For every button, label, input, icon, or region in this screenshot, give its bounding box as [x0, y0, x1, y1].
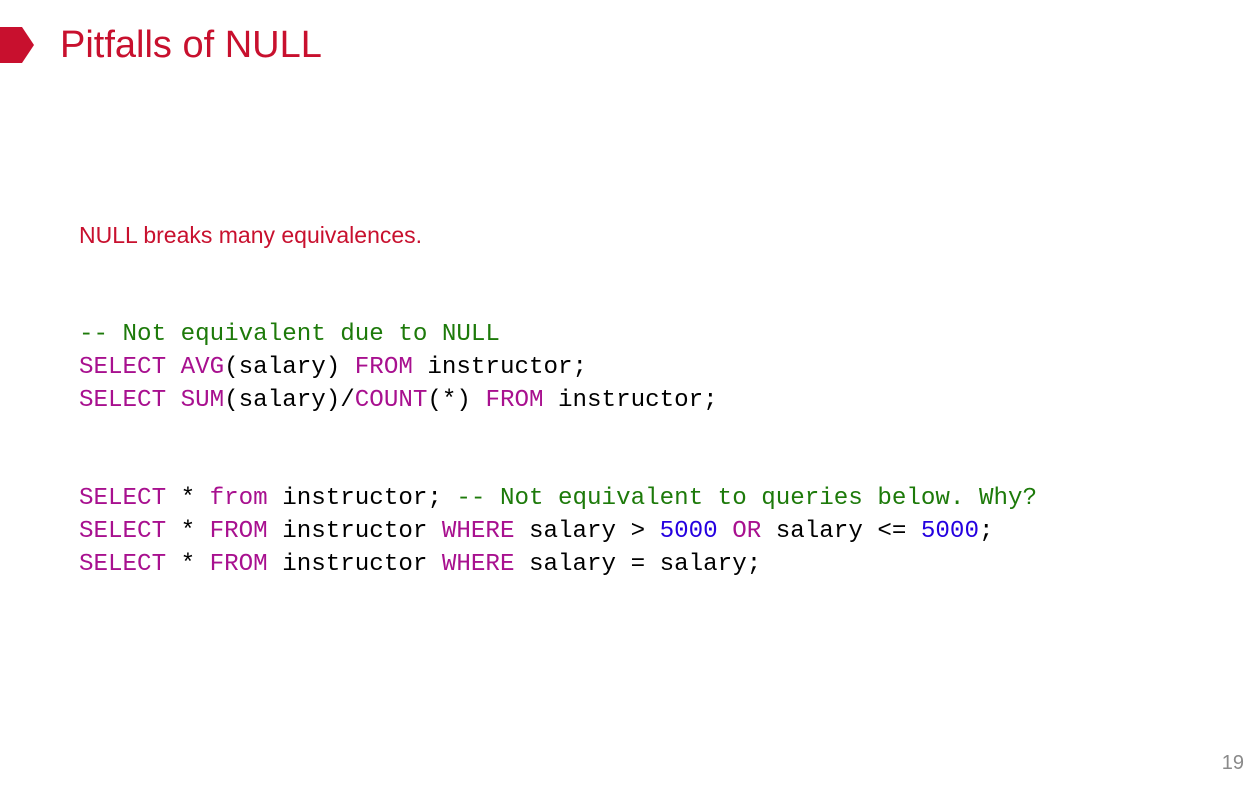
code-line: SELECT * FROM instructor WHERE salary = … [79, 548, 1037, 581]
sql-keyword: SELECT [79, 551, 167, 578]
sql-keyword: WHERE [441, 518, 515, 545]
code-line: SELECT * from instructor; -- Not equival… [79, 482, 1037, 515]
sql-comment: -- Not equivalent to queries below. Why? [456, 485, 1038, 512]
sql-text: instructor; [412, 354, 588, 381]
sql-text: instructor; [267, 485, 457, 512]
sql-keyword: SUM [180, 387, 225, 414]
sql-text: instructor; [543, 387, 718, 414]
sql-keyword: SELECT [79, 485, 167, 512]
sql-keyword: FROM [209, 518, 268, 545]
page-number: 19 [1221, 752, 1244, 774]
sql-keyword: OR [732, 518, 762, 545]
sql-text: (*) [427, 387, 486, 414]
sql-text: salary <= [761, 518, 921, 545]
sql-keyword: SELECT [79, 518, 167, 545]
section-marker-icon [0, 27, 34, 63]
sql-number: 5000 [920, 518, 979, 545]
sql-text: instructor [267, 551, 442, 578]
code-line: SELECT AVG(salary) FROM instructor; [79, 351, 718, 384]
sql-text: (salary) [224, 354, 355, 381]
sql-keyword: AVG [180, 354, 225, 381]
code-block-avg-sum: -- Not equivalent due to NULL SELECT AVG(… [79, 318, 718, 417]
sql-text: instructor [267, 518, 442, 545]
sql-text: (salary)/ [224, 387, 355, 414]
sql-keyword: from [209, 485, 268, 512]
sql-text: salary = salary; [514, 551, 762, 578]
slide-subtitle: NULL breaks many equivalences. [79, 222, 423, 248]
sql-keyword: SELECT [79, 354, 167, 381]
sql-keyword: COUNT [354, 387, 428, 414]
slide-title: Pitfalls of NULL [60, 24, 322, 66]
sql-keyword: FROM [209, 551, 268, 578]
sql-text: * [166, 551, 210, 578]
sql-comment: -- Not equivalent due to NULL [79, 321, 500, 348]
sql-keyword: FROM [485, 387, 544, 414]
sql-text: * [166, 485, 210, 512]
code-block-where-queries: SELECT * from instructor; -- Not equival… [79, 482, 1037, 581]
sql-keyword: SELECT [79, 387, 167, 414]
sql-text: salary > [514, 518, 660, 545]
sql-text: ; [978, 518, 994, 545]
code-line: SELECT SUM(salary)/COUNT(*) FROM instruc… [79, 384, 718, 417]
sql-number: 5000 [659, 518, 718, 545]
code-line: SELECT * FROM instructor WHERE salary > … [79, 515, 1037, 548]
sql-keyword: WHERE [441, 551, 515, 578]
sql-text: * [166, 518, 210, 545]
sql-keyword: FROM [354, 354, 413, 381]
code-line: -- Not equivalent due to NULL [79, 318, 718, 351]
